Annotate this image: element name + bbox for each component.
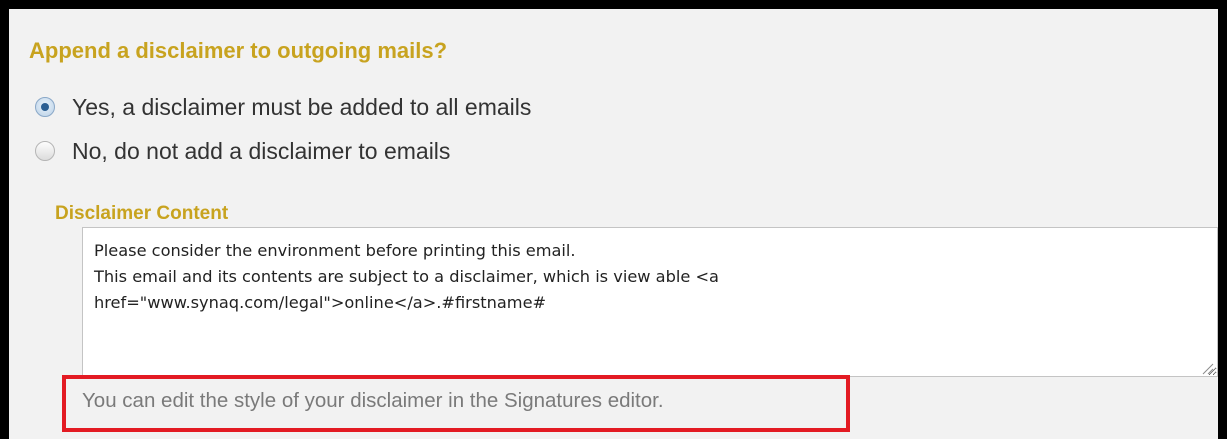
- radio-option-no[interactable]: No, do not add a disclaimer to emails: [35, 137, 450, 165]
- disclaimer-text-line: href="www.synaq.com/legal">online</a>.#f…: [94, 293, 547, 312]
- radio-label-no: No, do not add a disclaimer to emails: [72, 138, 451, 164]
- disclaimer-text-line: Please consider the environment before p…: [94, 241, 576, 260]
- textarea-resize-handle-icon[interactable]: [1201, 362, 1214, 375]
- signature-editor-helper-text: You can edit the style of your disclaime…: [82, 389, 664, 412]
- disclaimer-settings-panel: Append a disclaimer to outgoing mails? Y…: [9, 9, 1218, 439]
- radio-label-yes: Yes, a disclaimer must be added to all e…: [72, 94, 532, 120]
- disclaimer-question-heading: Append a disclaimer to outgoing mails?: [29, 38, 448, 63]
- disclaimer-content-label: Disclaimer Content: [55, 203, 229, 224]
- radio-option-yes[interactable]: Yes, a disclaimer must be added to all e…: [35, 93, 531, 121]
- disclaimer-text-line: This email and its contents are subject …: [94, 267, 719, 286]
- radio-button-yes[interactable]: [35, 97, 55, 117]
- radio-button-no[interactable]: [35, 141, 55, 161]
- disclaimer-content-textarea[interactable]: Please consider the environment before p…: [82, 227, 1218, 377]
- radio-selected-dot: [41, 103, 49, 111]
